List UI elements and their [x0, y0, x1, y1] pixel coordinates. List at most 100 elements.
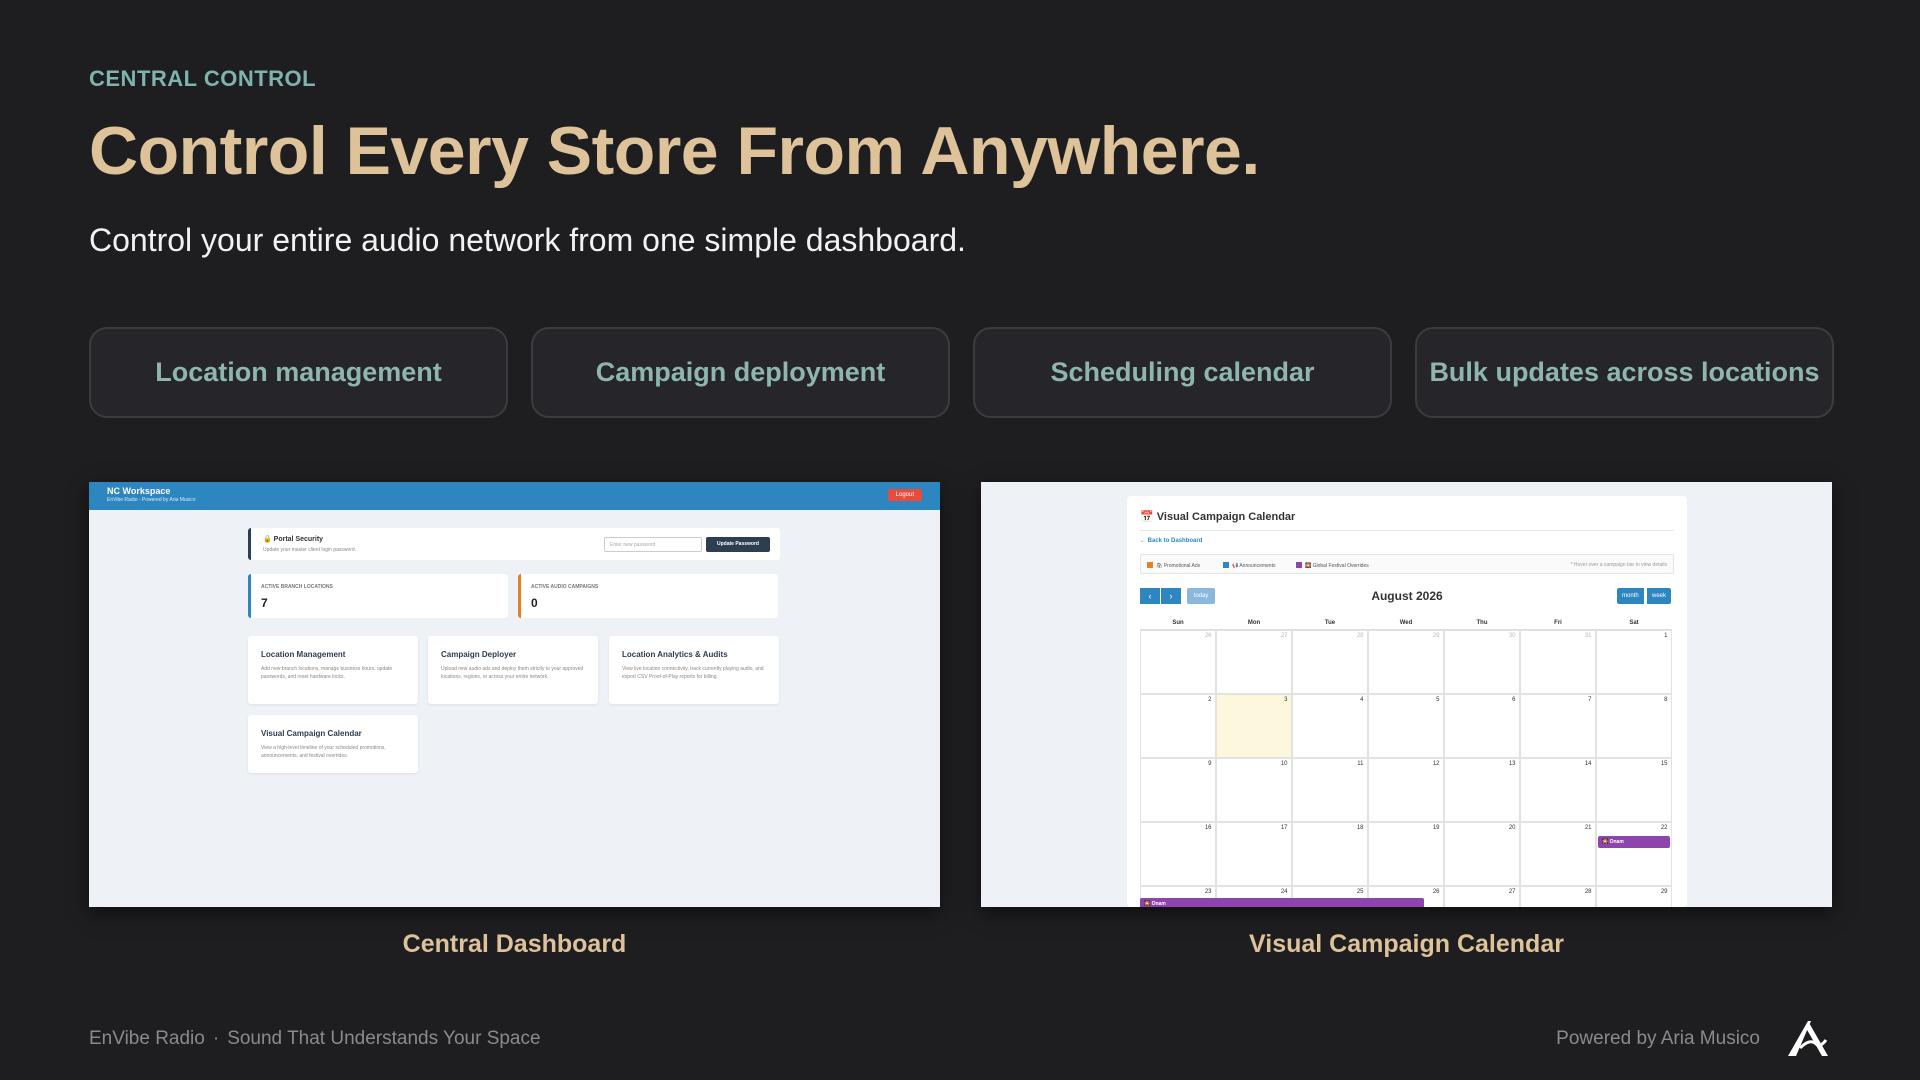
view-week-button[interactable]: week: [1647, 588, 1672, 604]
card-visual-campaign-calendar[interactable]: Visual Campaign Calendar View a high-lev…: [248, 715, 418, 773]
calendar-title: 📅 Visual Campaign Calendar: [1140, 511, 1296, 523]
card-campaign-deployer[interactable]: Campaign Deployer Upload new audio ads a…: [428, 636, 598, 704]
calendar-day-number: 5: [1436, 696, 1440, 703]
legend-swatch: [1223, 562, 1229, 568]
calendar-day-cell[interactable]: 21: [1519, 821, 1596, 886]
logout-button[interactable]: Logout: [887, 489, 922, 501]
calendar-day-cell[interactable]: 11: [1291, 757, 1368, 822]
calendar-day-number: 17: [1280, 824, 1288, 831]
legend-global-festival-overrides: 🎇 Global Festival Overrides: [1296, 562, 1369, 569]
calendar-day-cell[interactable]: 18: [1291, 821, 1368, 886]
card-title: Location Management: [261, 650, 346, 659]
page-subtitle: Control your entire audio network from o…: [89, 222, 966, 258]
calendar-day-cell[interactable]: 15: [1595, 757, 1672, 822]
calendar-day-cell[interactable]: 4: [1291, 693, 1368, 758]
calendar-weekday-header: Mon: [1216, 620, 1292, 630]
caption-visual-campaign-calendar: Visual Campaign Calendar: [1249, 930, 1564, 958]
calendar-day-number: 9: [1208, 760, 1212, 767]
dashboard-topbar: NC Workspace EnVibe Radio - Powered by A…: [89, 482, 940, 510]
calendar-day-cell[interactable]: 6: [1443, 693, 1520, 758]
calendar-day-cell[interactable]: 5: [1367, 693, 1444, 758]
calendar-day-cell[interactable]: 20: [1443, 821, 1520, 886]
back-to-dashboard-link[interactable]: ← Back to Dashboard: [1140, 538, 1202, 544]
calendar-day-cell[interactable]: 30: [1443, 629, 1520, 694]
legend-swatch: [1147, 562, 1153, 568]
card-location-analytics[interactable]: Location Analytics & Audits View live lo…: [609, 636, 779, 704]
calendar-day-number: 20: [1508, 824, 1516, 831]
calendar-day-cell[interactable]: 12: [1367, 757, 1444, 822]
calendar-day-cell[interactable]: 19: [1367, 821, 1444, 886]
legend-label: 📢 Announcements: [1232, 563, 1276, 569]
calendar-weekday-header: Thu: [1444, 620, 1520, 630]
calendar-day-number: 3: [1284, 696, 1288, 703]
view-month-button[interactable]: month: [1617, 588, 1644, 604]
calendar-day-number: 14: [1584, 760, 1592, 767]
calendar-day-cell[interactable]: 31: [1519, 629, 1596, 694]
calendar-day-number: 31: [1584, 632, 1592, 639]
calendar-day-cell[interactable]: 3: [1215, 693, 1292, 758]
calendar-day-cell[interactable]: 13: [1443, 757, 1520, 822]
caption-central-dashboard: Central Dashboard: [402, 930, 627, 958]
calendar-day-cell[interactable]: 27: [1443, 885, 1520, 907]
dashboard-workspace-title: NC Workspace: [107, 486, 171, 496]
card-title: Visual Campaign Calendar: [261, 729, 362, 738]
dashboard-workspace-subtitle: EnVibe Radio - Powered by Aria Musico: [107, 497, 196, 503]
calendar-day-cell[interactable]: 8: [1595, 693, 1672, 758]
feature-pill-bulk-updates: Bulk updates across locations: [1415, 327, 1834, 418]
stat-active-branch-locations: ACTIVE BRANCH LOCATIONS 7: [248, 574, 508, 618]
calendar-day-cell[interactable]: 26: [1139, 629, 1216, 694]
calendar-day-cell[interactable]: 10: [1215, 757, 1292, 822]
card-location-management[interactable]: Location Management Add new branch locat…: [248, 636, 418, 704]
card-title: Campaign Deployer: [441, 650, 517, 659]
calendar-day-cell[interactable]: 2: [1139, 693, 1216, 758]
calendar-day-number: 30: [1508, 632, 1516, 639]
calendar-panel: 📅 Visual Campaign Calendar ← Back to Das…: [1127, 496, 1687, 907]
legend-promotional-ads: 🛍 Promotional Ads: [1147, 562, 1200, 569]
new-password-input[interactable]: Enter new password: [604, 537, 702, 552]
calendar-day-cell[interactable]: 22: [1595, 821, 1672, 886]
stat-label: ACTIVE BRANCH LOCATIONS: [261, 584, 333, 590]
portal-security-title: 🔒 Portal Security: [263, 536, 324, 543]
calendar-legend: 🛍 Promotional Ads 📢 Announcements 🎇 Glob…: [1140, 554, 1674, 574]
calendar-day-number: 29: [1432, 632, 1440, 639]
calendar-day-number: 12: [1432, 760, 1440, 767]
card-description: Upload new audio ads and deploy them str…: [441, 666, 584, 680]
calendar-day-cell[interactable]: 16: [1139, 821, 1216, 886]
stat-value: 0: [531, 596, 538, 610]
calendar-day-number: 7: [1588, 696, 1592, 703]
card-description: Add new branch locations, manage busines…: [261, 666, 393, 680]
calendar-day-cell[interactable]: 7: [1519, 693, 1596, 758]
calendar-day-cell[interactable]: 28: [1519, 885, 1596, 907]
calendar-weekday-header: Wed: [1368, 620, 1444, 630]
aria-musico-logo-icon: [1788, 1021, 1828, 1056]
calendar-day-number: 13: [1508, 760, 1516, 767]
divider: [1140, 530, 1674, 531]
card-description: View a high-level timeline of your sched…: [261, 745, 386, 759]
calendar-day-cell[interactable]: 29: [1595, 885, 1672, 907]
calendar-day-cell[interactable]: 1: [1595, 629, 1672, 694]
calendar-day-number: 23: [1204, 888, 1212, 895]
calendar-day-cell[interactable]: 27: [1215, 629, 1292, 694]
legend-label: 🎇 Global Festival Overrides: [1305, 563, 1369, 569]
card-title: Location Analytics & Audits: [622, 650, 728, 659]
calendar-day-number: 22: [1660, 824, 1668, 831]
footer-brand: EnVibe Radio: [89, 1028, 205, 1049]
calendar-event-onam[interactable]: 🎇 Onam: [1598, 836, 1670, 848]
eyebrow: CENTRAL CONTROL: [89, 66, 317, 91]
legend-announcements: 📢 Announcements: [1223, 562, 1275, 569]
calendar-event-onam[interactable]: 🎇 Onam: [1140, 898, 1424, 907]
calendar-day-cell[interactable]: 29: [1367, 629, 1444, 694]
calendar-day-cell[interactable]: 28: [1291, 629, 1368, 694]
calendar-day-number: 28: [1584, 888, 1592, 895]
update-password-button[interactable]: Update Password: [706, 537, 770, 552]
calendar-month-title: August 2026: [1371, 589, 1443, 603]
calendar-weekday-header: Tue: [1292, 620, 1368, 630]
footer-powered-by: Powered by Aria Musico: [1556, 1028, 1760, 1049]
calendar-day-cell[interactable]: 14: [1519, 757, 1596, 822]
calendar-day-number: 19: [1432, 824, 1440, 831]
feature-pill-campaign-deployment: Campaign deployment: [531, 327, 950, 418]
calendar-day-cell[interactable]: 9: [1139, 757, 1216, 822]
calendar-screenshot: 📅 Visual Campaign Calendar ← Back to Das…: [981, 482, 1832, 907]
calendar-day-cell[interactable]: 17: [1215, 821, 1292, 886]
legend-swatch: [1296, 562, 1302, 568]
